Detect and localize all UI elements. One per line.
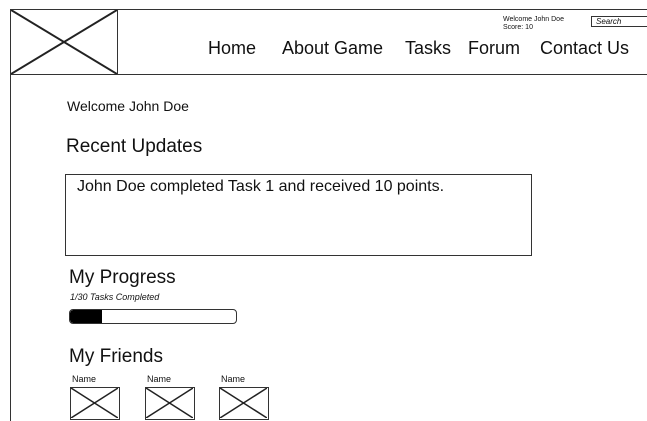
update-item: John Doe completed Task 1 and received 1… <box>77 178 445 195</box>
friend-avatar-placeholder-icon[interactable] <box>145 387 195 420</box>
progress-bar-fill <box>70 310 102 323</box>
friend-name: Name <box>221 374 246 384</box>
search-input[interactable] <box>591 16 647 27</box>
welcome-user-text: Welcome John Doe <box>503 16 564 23</box>
friend-card[interactable]: Name <box>219 374 269 420</box>
progress-label: 1/30 Tasks Completed <box>70 292 160 302</box>
score-text: Score: 10 <box>503 24 533 31</box>
header-divider <box>10 74 647 75</box>
nav-home[interactable]: Home <box>208 38 256 59</box>
user-info: Welcome John Doe Score: 10 <box>503 16 564 32</box>
nav-about-game[interactable]: About Game <box>282 38 383 59</box>
progress-title: My Progress <box>69 267 176 288</box>
friend-avatar-placeholder-icon[interactable] <box>219 387 269 420</box>
welcome-message: Welcome John Doe <box>67 98 189 114</box>
nav-contact-us[interactable]: Contact Us <box>540 38 629 59</box>
friends-title: My Friends <box>69 346 163 367</box>
friend-card[interactable]: Name <box>145 374 195 420</box>
recent-updates-title: Recent Updates <box>66 136 203 157</box>
friend-name: Name <box>147 374 172 384</box>
recent-updates-box: John Doe completed Task 1 and received 1… <box>65 174 532 256</box>
friend-avatar-placeholder-icon[interactable] <box>70 387 120 420</box>
friend-card[interactable]: Name <box>70 374 120 420</box>
progress-bar <box>69 309 237 324</box>
nav-forum[interactable]: Forum <box>468 38 520 59</box>
logo-placeholder-icon[interactable] <box>11 10 118 74</box>
nav-tasks[interactable]: Tasks <box>405 38 451 59</box>
friend-name: Name <box>72 374 97 384</box>
